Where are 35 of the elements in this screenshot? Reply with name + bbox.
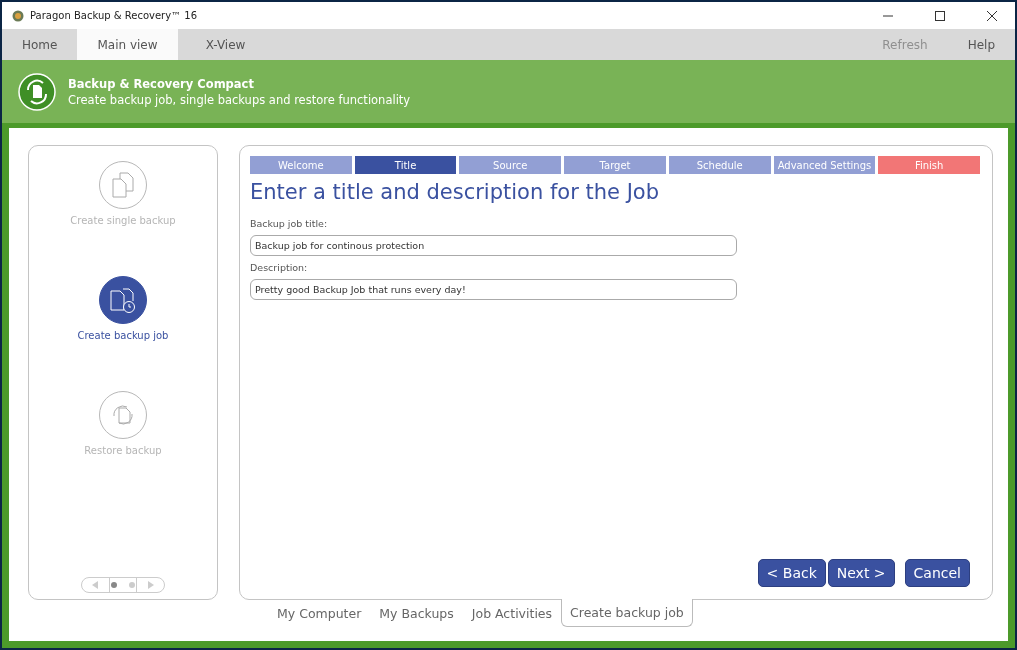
wizard-step: Finish xyxy=(878,156,981,174)
menu-tab[interactable]: Home xyxy=(2,29,78,60)
text-field[interactable]: Backup job for continous protection xyxy=(250,235,737,256)
wizard-step: Advanced Settings xyxy=(773,156,876,174)
close-icon[interactable] xyxy=(987,10,997,21)
field-label: Backup job title: xyxy=(250,218,329,229)
wizard-button[interactable]: < Back xyxy=(757,559,826,587)
sidebar-item-button[interactable] xyxy=(99,276,147,324)
pager-dot[interactable] xyxy=(129,582,135,588)
wizard-step: Source xyxy=(459,156,562,174)
sidebar-item-label[interactable]: Create backup job xyxy=(77,330,169,341)
documents-clock-icon xyxy=(108,286,138,314)
menu-action[interactable]: Help xyxy=(947,29,1015,60)
header-subtitle: Create backup job, single backups and restore functionality xyxy=(68,92,411,107)
pager-dot[interactable] xyxy=(111,582,117,588)
wizard-button[interactable]: Cancel xyxy=(904,559,970,587)
text-field[interactable]: Pretty good Backup Job that runs every day! xyxy=(250,279,737,300)
app-logo-icon xyxy=(12,9,24,22)
menu-tab[interactable]: X-View xyxy=(177,29,274,60)
window-title: Paragon Backup & Recovery™ 16 xyxy=(30,10,198,21)
wizard-button[interactable]: Next > xyxy=(827,559,895,587)
wizard-step: Schedule xyxy=(668,156,771,174)
wizard-step: Target xyxy=(564,156,666,174)
header-title: Backup & Recovery Compact xyxy=(68,76,255,91)
wizard-step: Title xyxy=(354,156,457,174)
right-arrow-icon[interactable] xyxy=(147,581,154,589)
menu-tab[interactable]: Main view xyxy=(77,29,178,60)
bottom-tab[interactable]: Create backup job xyxy=(561,599,693,627)
backup-cycle-icon xyxy=(18,72,56,111)
documents-icon xyxy=(110,171,136,199)
left-arrow-icon[interactable] xyxy=(92,581,99,589)
wizard-step: Welcome xyxy=(250,156,352,174)
maximize-icon[interactable] xyxy=(935,10,945,21)
wizard-heading: Enter a title and description for the Job xyxy=(250,180,660,204)
field-label: Description: xyxy=(250,262,309,273)
